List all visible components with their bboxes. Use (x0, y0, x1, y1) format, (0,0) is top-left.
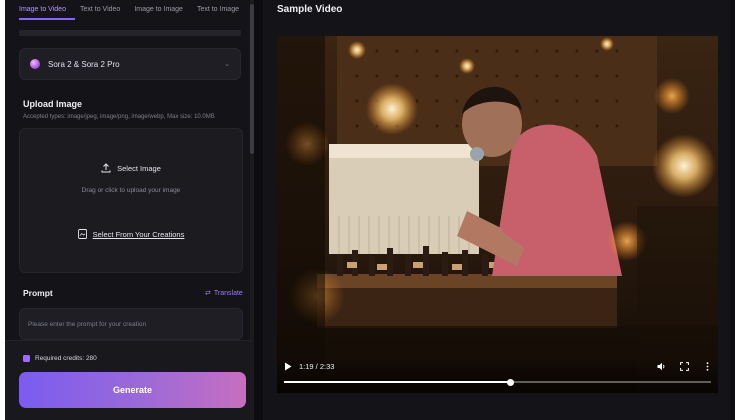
more-options-icon[interactable] (703, 362, 712, 371)
video-controls (277, 357, 718, 393)
upload-hint: Accepted types: image/jpeg, image/png, i… (23, 114, 215, 120)
upload-section-title: Upload Image (23, 99, 83, 109)
chevron-down-icon: ⌄ (224, 61, 230, 68)
play-icon[interactable] (284, 362, 292, 371)
upload-icon (101, 163, 111, 173)
tab-text-to-image[interactable]: Text to Image (197, 6, 239, 20)
required-credits-label: Required credits: 280 (35, 355, 97, 362)
prompt-input[interactable] (19, 308, 243, 340)
sample-video-title: Sample Video (277, 4, 343, 15)
required-credits: Required credits: 280 (23, 355, 97, 362)
video-frame (277, 36, 718, 393)
drag-upload-text: Drag or click to upload your image (81, 187, 181, 194)
model-logo-icon (30, 59, 40, 69)
video-progress-fill (284, 381, 511, 383)
tab-text-to-video[interactable]: Text to Video (80, 6, 120, 20)
credit-icon (23, 355, 30, 362)
app-window: Image to Video Text to Video Image to Im… (5, 0, 735, 420)
left-panel-scrollbar[interactable] (250, 0, 254, 420)
select-from-creations-label: Select From Your Creations (92, 229, 185, 239)
divider (19, 30, 241, 36)
translate-label: Translate (213, 289, 243, 297)
image-dropzone[interactable]: Select Image Drag or click to upload you… (19, 128, 243, 273)
tab-image-to-image[interactable]: Image to Image (134, 6, 183, 20)
volume-icon[interactable] (657, 362, 666, 371)
prompt-section-title: Prompt (23, 288, 53, 298)
active-tab-indicator (19, 18, 75, 20)
left-panel: Image to Video Text to Video Image to Im… (5, 0, 254, 420)
sample-video-player[interactable]: 1:19 / 2:33 (277, 36, 718, 393)
right-panel: Sample Video 1:19 / 2:33 (263, 0, 730, 420)
model-select[interactable]: Sora 2 & Sora 2 Pro ⌄ (19, 48, 241, 80)
gallery-icon (77, 229, 87, 239)
generate-button[interactable]: Generate (19, 372, 246, 408)
translate-button[interactable]: ⇄ Translate (205, 289, 243, 298)
model-select-label: Sora 2 & Sora 2 Pro (48, 59, 120, 69)
video-progress-bar[interactable] (284, 378, 711, 386)
video-time: 1:19 / 2:33 (299, 362, 335, 371)
select-image-label: Select Image (117, 163, 161, 173)
scrollbar-thumb[interactable] (250, 4, 254, 154)
select-image-button[interactable]: Select Image (20, 163, 242, 173)
fullscreen-icon[interactable] (680, 362, 689, 371)
select-from-creations-link[interactable]: Select From Your Creations (20, 229, 242, 239)
translate-icon: ⇄ (205, 290, 211, 297)
video-progress-knob[interactable] (506, 378, 514, 386)
